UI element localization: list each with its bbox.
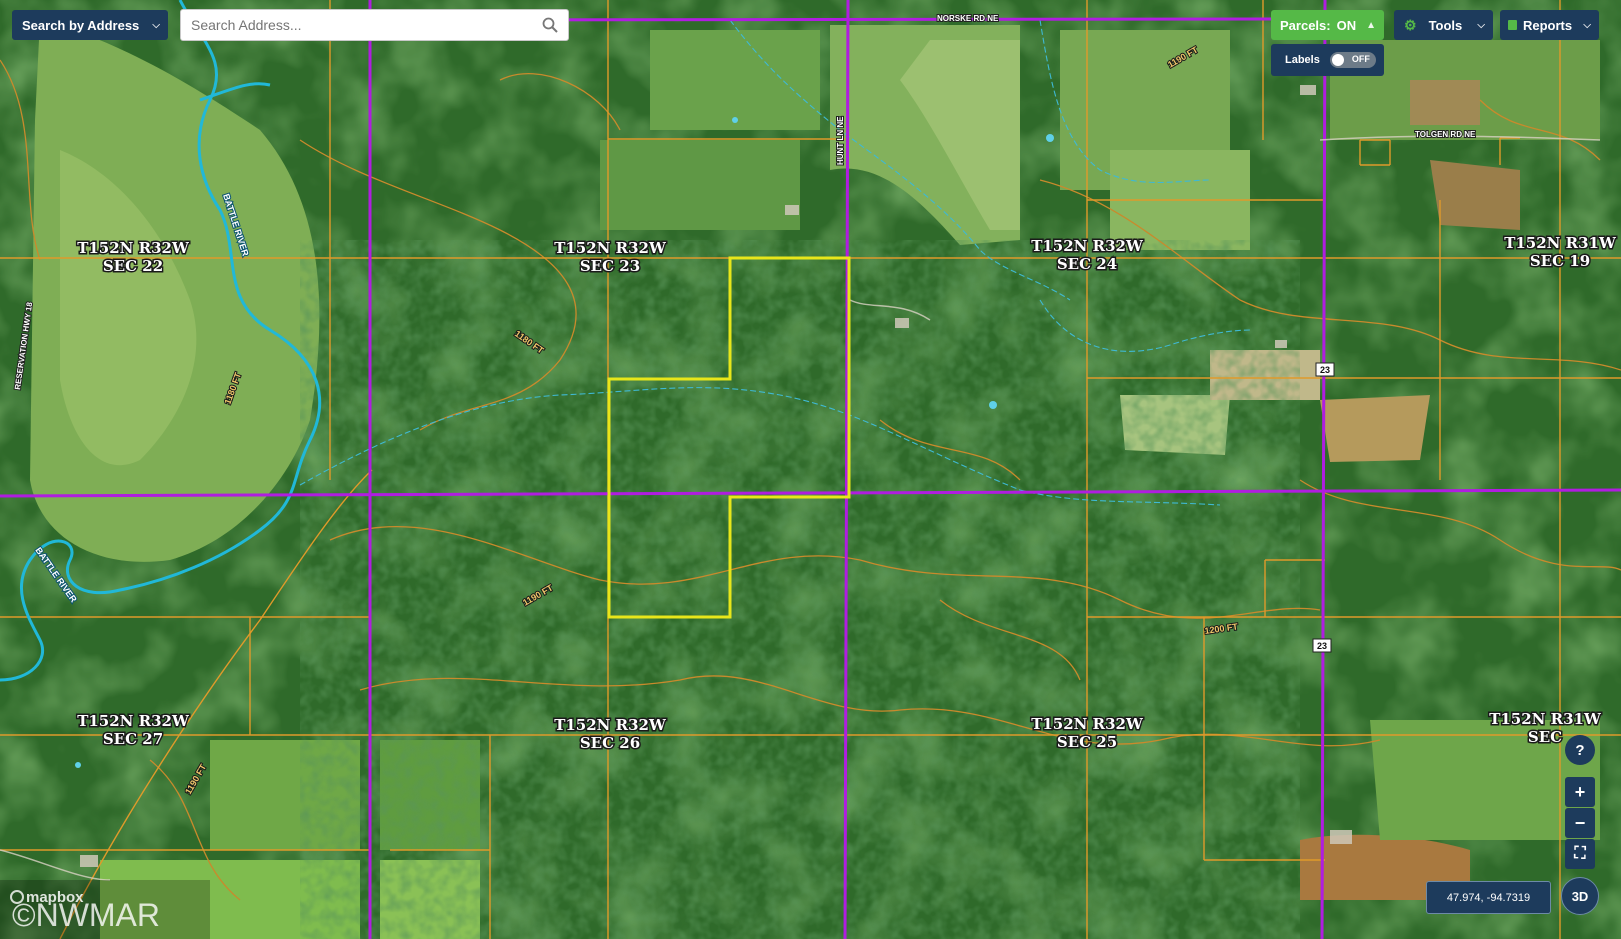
plus-icon: + bbox=[1574, 781, 1586, 802]
zoom-in-button[interactable]: + bbox=[1565, 777, 1595, 807]
chevron-down-icon: ⌵ bbox=[1583, 19, 1591, 31]
search-mode-dropdown[interactable]: Search by Address ⌵ bbox=[12, 10, 168, 40]
fullscreen-icon: ⛶ bbox=[1574, 845, 1586, 862]
labels-panel: Labels OFF bbox=[1271, 44, 1384, 76]
search-icon[interactable] bbox=[542, 17, 558, 33]
svg-text:23: 23 bbox=[1320, 365, 1330, 375]
tools-label: Tools bbox=[1428, 17, 1463, 33]
road-label: NORSKE RD NE bbox=[937, 14, 999, 23]
search-mode-label: Search by Address bbox=[22, 17, 140, 33]
tools-button[interactable]: ⚙ Tools ⌵ bbox=[1394, 10, 1493, 40]
gear-icon: ⚙ bbox=[1404, 16, 1417, 33]
labels-label: Labels bbox=[1285, 54, 1320, 66]
help-icon: ? bbox=[1575, 741, 1585, 759]
fullscreen-button[interactable]: ⛶ bbox=[1565, 839, 1595, 869]
reports-label: Reports bbox=[1523, 17, 1573, 33]
zoom-out-button[interactable]: − bbox=[1565, 808, 1595, 838]
road-label: HUNT LN NE bbox=[836, 116, 845, 165]
chevron-down-icon: ⌵ bbox=[1477, 19, 1485, 31]
chevron-down-icon: ⌵ bbox=[152, 19, 160, 31]
parcels-state: ON bbox=[1336, 17, 1357, 33]
report-icon bbox=[1508, 20, 1517, 30]
svg-text:23: 23 bbox=[1317, 641, 1327, 651]
aerial-map[interactable]: T152N R32W SEC 22 T152N R32W SEC 23 T152N … bbox=[0, 0, 1621, 939]
labels-toggle[interactable]: OFF bbox=[1329, 52, 1376, 68]
road-label: TOLGEN RD NE bbox=[1415, 130, 1476, 139]
3d-toggle-button[interactable]: 3D bbox=[1561, 877, 1599, 915]
coordinates-readout: 47.974, -94.7319 bbox=[1426, 881, 1551, 914]
search-box[interactable] bbox=[180, 9, 569, 41]
labels-state: OFF bbox=[1351, 54, 1370, 64]
reports-button[interactable]: Reports ⌵ bbox=[1500, 10, 1599, 40]
parcels-label: Parcels: bbox=[1280, 17, 1331, 33]
chevron-up-icon: ▲ bbox=[1366, 19, 1376, 31]
minus-icon: − bbox=[1574, 812, 1586, 833]
help-button[interactable]: ? bbox=[1565, 735, 1595, 765]
3d-label: 3D bbox=[1571, 888, 1589, 904]
attribution: mapbox ©NWMAR bbox=[0, 880, 210, 939]
coordinates-text: 47.974, -94.7319 bbox=[1446, 891, 1531, 904]
watermark: ©NWMAR bbox=[12, 897, 160, 933]
search-input[interactable] bbox=[181, 11, 531, 39]
parcels-toggle-button[interactable]: Parcels: ON ▲ bbox=[1271, 10, 1384, 40]
